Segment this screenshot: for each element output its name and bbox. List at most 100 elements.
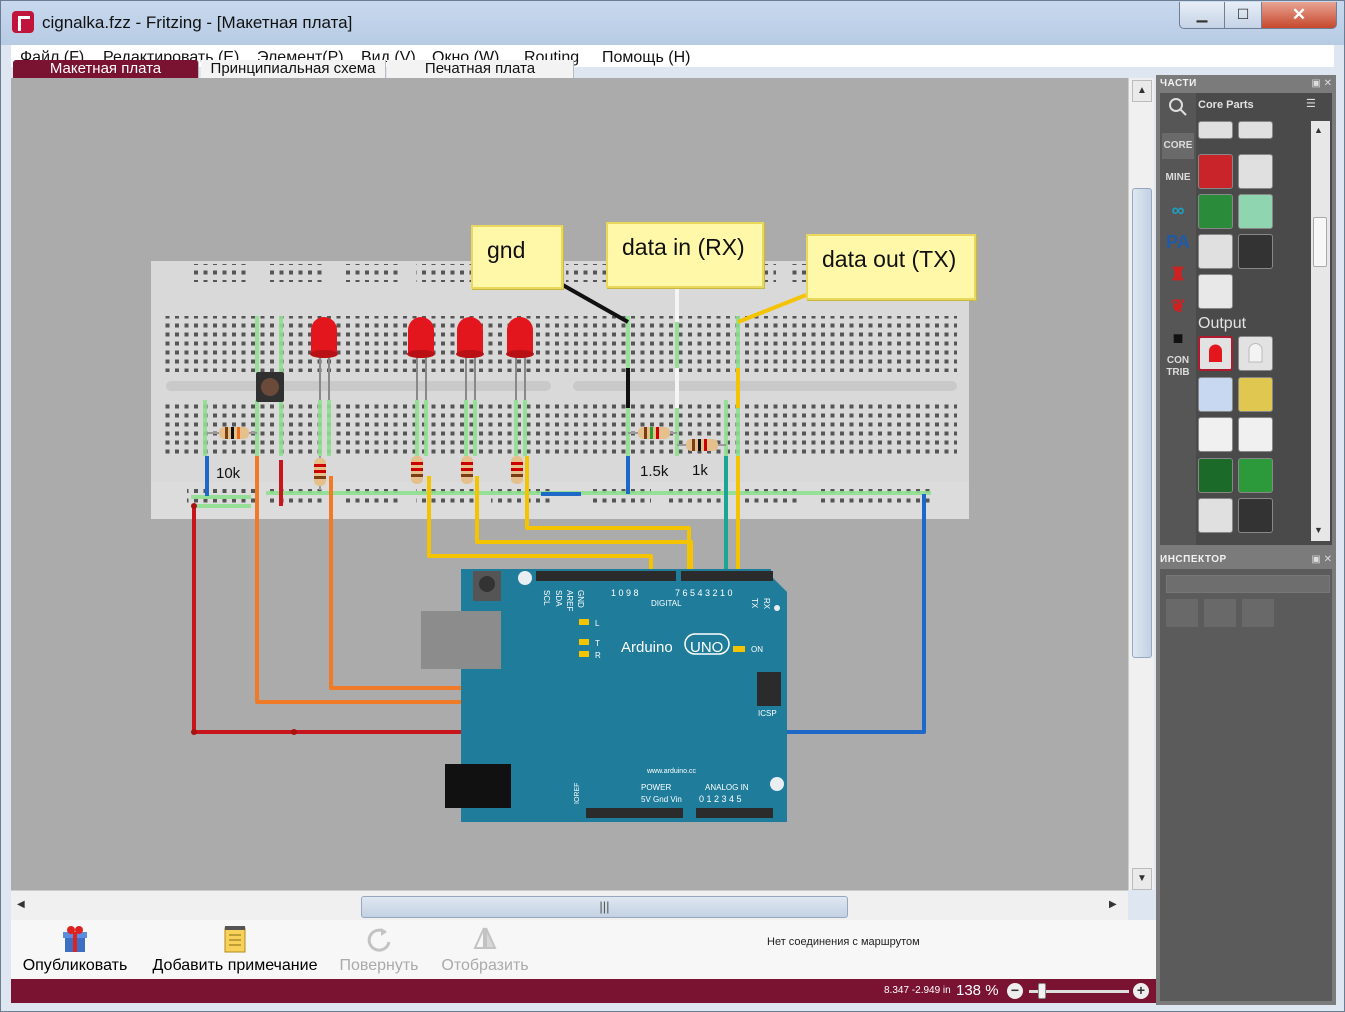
status-bar: 8.347 -2.949 in 138 % − + bbox=[11, 979, 1156, 1003]
pa-bin-icon[interactable]: PA bbox=[1162, 229, 1194, 255]
vertical-scroll-thumb[interactable] bbox=[1132, 188, 1152, 658]
scroll-right-icon[interactable]: ▶ bbox=[1109, 899, 1117, 910]
parts-scrollbar[interactable]: ▲ ▼ bbox=[1311, 121, 1330, 541]
seeed-bin-icon[interactable]: ❦ bbox=[1162, 293, 1194, 319]
inspector-view-icon bbox=[1242, 599, 1274, 627]
bin-core[interactable]: CORE bbox=[1162, 133, 1194, 159]
parts-dock-buttons[interactable]: ▣ ✕ bbox=[1311, 78, 1332, 92]
add-note-button[interactable]: Добавить примечание bbox=[145, 924, 325, 979]
close-button[interactable]: ✕ bbox=[1261, 2, 1337, 29]
parts-panel: CORE MINE ∞ PA ♜ ❦ ■ CON TRIB Core Parts… bbox=[1160, 93, 1332, 545]
arduino-uno[interactable]: Arduino UNO DIGITAL 1 0 9 8 7 6 5 4 3 2 … bbox=[421, 569, 787, 822]
part-lcd[interactable] bbox=[1198, 458, 1233, 493]
part-seven-segment[interactable] bbox=[1198, 417, 1233, 452]
arduino-ioref: IOREF bbox=[574, 783, 581, 804]
arduino-url: www.arduino.cc bbox=[646, 768, 697, 775]
flip-label: Отобразить bbox=[441, 957, 529, 974]
flip-button[interactable]: Отобразить bbox=[435, 924, 535, 979]
part-white-led[interactable] bbox=[1238, 336, 1273, 371]
publish-button[interactable]: Опубликовать bbox=[19, 924, 131, 979]
part-item[interactable] bbox=[1238, 121, 1273, 139]
zoom-in-button[interactable]: + bbox=[1133, 983, 1149, 999]
part-item[interactable] bbox=[1198, 234, 1233, 269]
cursor-coordinates: 8.347 -2.949 in bbox=[884, 985, 951, 996]
part-red-led[interactable] bbox=[1198, 336, 1233, 371]
arduino-power: POWER bbox=[641, 783, 671, 792]
zoom-level: 138 % bbox=[956, 982, 999, 999]
arduino-bin-icon[interactable]: ∞ bbox=[1162, 197, 1194, 223]
zoom-slider-handle[interactable] bbox=[1038, 983, 1046, 999]
breadboard-canvas[interactable]: 10k 1.5k 1k Arduino UNO DIGITAL 1 0 9 8 … bbox=[11, 78, 1128, 890]
parts-scroll-up-icon[interactable]: ▲ bbox=[1314, 125, 1323, 135]
scroll-up-icon[interactable]: ▲ bbox=[1132, 80, 1152, 102]
arduino-brand: Arduino bbox=[621, 639, 673, 656]
part-item[interactable] bbox=[1198, 377, 1233, 412]
view-tabs: Макетная плата Принципиальная схема Печа… bbox=[11, 60, 576, 78]
note-data-out-text: data out (TX) bbox=[822, 246, 957, 272]
arduino-scl: SCL bbox=[542, 590, 551, 606]
sparkfun-bin-icon[interactable]: ■ bbox=[1162, 325, 1194, 351]
part-led-matrix[interactable] bbox=[1238, 417, 1273, 452]
arduino-pins-high: 1 0 9 8 bbox=[611, 588, 639, 598]
horizontal-scrollbar[interactable]: ◀ ||| ▶ bbox=[11, 890, 1128, 920]
bin-mine[interactable]: MINE bbox=[1162, 165, 1194, 191]
resistor-3[interactable] bbox=[461, 456, 473, 484]
part-buzzer[interactable] bbox=[1198, 498, 1233, 533]
horizontal-scroll-thumb[interactable]: ||| bbox=[361, 896, 848, 918]
resistor-4[interactable] bbox=[511, 456, 523, 484]
part-item[interactable] bbox=[1238, 234, 1273, 269]
tab-pcb[interactable]: Печатная плата bbox=[387, 60, 574, 78]
note-data-out[interactable]: data out (TX) bbox=[806, 234, 976, 300]
window-title: cignalka.fzz - Fritzing - [Макетная плат… bbox=[42, 13, 353, 32]
part-item[interactable] bbox=[1198, 194, 1233, 229]
parts-scroll-thumb[interactable] bbox=[1313, 217, 1327, 267]
resistor-2[interactable] bbox=[411, 456, 423, 484]
scroll-left-icon[interactable]: ◀ bbox=[17, 899, 25, 910]
note-gnd[interactable]: gnd bbox=[471, 225, 563, 289]
arduino-model: UNO bbox=[690, 639, 723, 656]
part-item[interactable] bbox=[1198, 274, 1233, 309]
minimize-button[interactable]: ▁ bbox=[1179, 2, 1225, 29]
parts-scroll-down-icon[interactable]: ▼ bbox=[1314, 525, 1323, 535]
arduino-led-t: T bbox=[595, 639, 600, 648]
part-speaker[interactable] bbox=[1238, 498, 1273, 533]
label-1k: 1k bbox=[692, 462, 708, 479]
push-button[interactable] bbox=[256, 372, 284, 402]
tab-schematic[interactable]: Принципиальная схема bbox=[201, 60, 386, 78]
inspector-view-icon bbox=[1204, 599, 1236, 627]
part-item[interactable] bbox=[1198, 121, 1233, 139]
rotate-button[interactable]: Повернуть bbox=[335, 924, 423, 979]
part-lcd-2[interactable] bbox=[1238, 458, 1273, 493]
inspector-dock-buttons[interactable]: ▣ ✕ bbox=[1311, 554, 1332, 568]
zoom-out-button[interactable]: − bbox=[1007, 983, 1023, 999]
arduino-tx: TX bbox=[750, 598, 759, 609]
maximize-button[interactable]: ☐ bbox=[1224, 2, 1262, 29]
arduino-icsp: ICSP bbox=[758, 709, 777, 718]
inspector-title: ИНСПЕКТОР bbox=[1160, 554, 1227, 565]
vertical-scrollbar[interactable]: ▲ ▼ bbox=[1128, 78, 1154, 890]
output-section-label: Output bbox=[1198, 315, 1247, 332]
fritzing-bin-icon[interactable]: ♜ bbox=[1162, 261, 1194, 287]
arduino-pins-low: 7 6 5 4 3 2 1 0 bbox=[675, 588, 733, 598]
part-item[interactable] bbox=[1238, 154, 1273, 189]
inspector-panel bbox=[1160, 569, 1332, 1001]
part-item[interactable] bbox=[1198, 154, 1233, 189]
part-item[interactable] bbox=[1238, 194, 1273, 229]
scroll-down-icon[interactable]: ▼ bbox=[1132, 868, 1152, 890]
inspector-title-field[interactable] bbox=[1166, 575, 1330, 593]
note-icon bbox=[224, 926, 246, 953]
arduino-digital-label: DIGITAL bbox=[651, 599, 682, 608]
app-window: cignalka.fzz - Fritzing - [Макетная плат… bbox=[0, 0, 1345, 1012]
publish-label: Опубликовать bbox=[22, 957, 128, 974]
arduino-sda: SDA bbox=[554, 590, 563, 607]
note-data-in[interactable]: data in (RX) bbox=[606, 222, 764, 288]
bin-contrib[interactable]: CON TRIB bbox=[1162, 355, 1194, 385]
bin-menu-icon[interactable]: ☰ bbox=[1306, 97, 1316, 110]
part-item[interactable] bbox=[1238, 377, 1273, 412]
search-icon[interactable] bbox=[1162, 97, 1194, 123]
arduino-rx: RX bbox=[762, 598, 771, 610]
menu-help[interactable]: Помощь (H) bbox=[602, 49, 690, 67]
tab-breadboard[interactable]: Макетная плата bbox=[13, 60, 199, 78]
note-gnd-text: gnd bbox=[487, 237, 526, 263]
note-data-in-text: data in (RX) bbox=[622, 234, 745, 260]
